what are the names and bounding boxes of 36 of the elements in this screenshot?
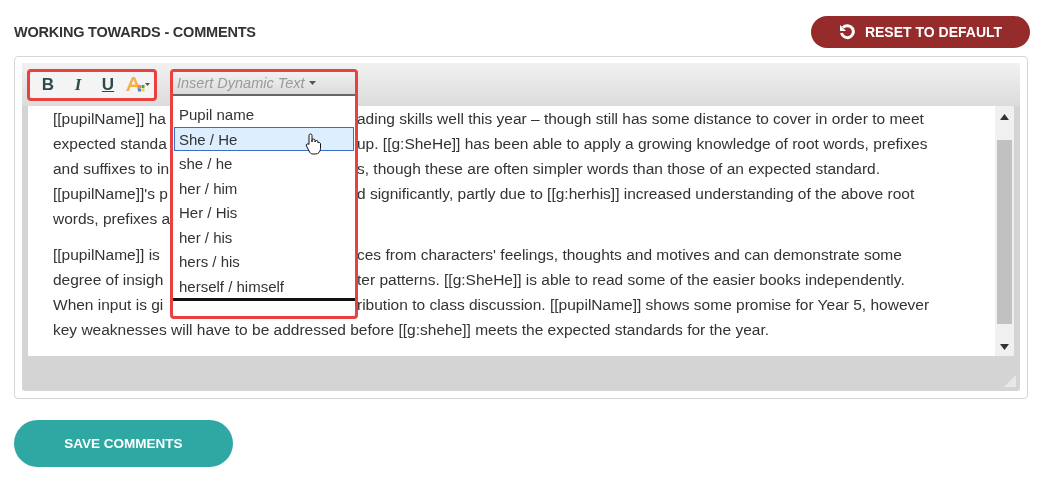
comment-text: s, though these are often simpler words than those of an expected standard.	[357, 159, 881, 179]
comment-text: and suffixes to in	[53, 160, 170, 177]
comment-text: key weaknesses will have to be addressed before [[g:shehe]] meets the expected standards for the year.	[53, 320, 769, 340]
menu-item[interactable]: Her / His	[174, 200, 354, 225]
menu-item[interactable]: herself / himself	[174, 273, 354, 298]
comment-text: d significantly, partly due to [[g:herhis]] increased understanding of the above root	[357, 184, 915, 204]
comment-text: words, prefixes a	[53, 210, 171, 227]
section-title: WORKING TOWARDS - COMMENTS	[14, 24, 256, 40]
scroll-up-icon[interactable]	[1000, 114, 1009, 120]
menu-item[interactable]: Pupil name	[174, 102, 354, 127]
menu-item[interactable]: her / him	[174, 175, 354, 200]
comment-text: [[pupilName]] is	[53, 246, 160, 263]
reset-icon	[838, 24, 855, 40]
hand-cursor-icon	[305, 132, 321, 155]
reset-button[interactable]: RESET TO DEFAULT	[811, 16, 1030, 48]
underline-button[interactable]: U	[94, 73, 122, 97]
menu-item[interactable]: her / his	[174, 224, 354, 249]
comment-text: [[pupilName]]'s p	[53, 185, 168, 202]
bold-button[interactable]: B	[34, 73, 62, 97]
comment-text: ces from characters' feelings, thoughts and motives and can demonstrate some	[357, 245, 902, 265]
scroll-down-icon[interactable]	[1000, 344, 1009, 350]
italic-button[interactable]: I	[64, 73, 92, 97]
comment-text: ribution to class discussion. [[pupilName]] shows some promise for Year 5, however	[357, 295, 930, 315]
comment-text: up. [[g:SheHe]] has been able to apply a growing knowledge of root words, prefixes	[357, 134, 928, 154]
comment-text: degree of insigh	[53, 271, 164, 288]
comment-text: ading skills well this year – though still has some distance to cover in order to meet	[357, 109, 924, 129]
comment-text: When input is gi	[53, 296, 164, 313]
scrollbar-thumb[interactable]	[997, 140, 1012, 324]
menu-item[interactable]: hers / his	[174, 249, 354, 274]
menu-item[interactable]: she / he	[174, 151, 354, 176]
comment-text: [[pupilName]] ha	[53, 110, 166, 127]
comment-text: expected standa	[53, 135, 167, 152]
comment-text: ter patterns. [[g:SheHe]] is able to read some of the easier books independently.	[357, 270, 905, 290]
caret-icon	[308, 81, 316, 85]
font-color-icon[interactable]	[124, 75, 150, 95]
scrollbar[interactable]	[995, 106, 1014, 356]
